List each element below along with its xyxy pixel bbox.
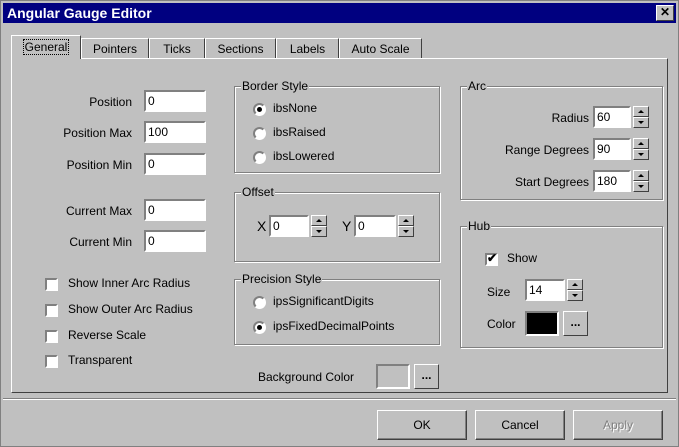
precision-style-group: Precision Style ipsSignificantDigits ips… (234, 272, 440, 345)
background-color-picker-button[interactable]: ... (414, 364, 439, 389)
reverse-scale-checkbox[interactable] (45, 330, 58, 343)
hub-size-down-button[interactable] (567, 290, 583, 301)
offset-title: Offset (241, 185, 275, 199)
start-degrees-up-button[interactable] (633, 170, 649, 181)
dialog-window: Angular Gauge Editor ✕ General Pointers … (0, 0, 679, 447)
hub-size-up-button[interactable] (567, 279, 583, 290)
current-max-label: Current Max (65, 204, 132, 218)
offset-x-up-button[interactable] (311, 215, 327, 226)
current-min-label: Current Min (69, 235, 132, 249)
ips-fixed-decimal-points-label[interactable]: ipsFixedDecimalPoints (273, 319, 394, 333)
start-degrees-down-button[interactable] (633, 181, 649, 192)
current-max-input[interactable]: 0 (144, 199, 206, 221)
radio-dot (257, 325, 262, 330)
offset-y-input[interactable]: 0 (354, 215, 396, 237)
current-min-input[interactable]: 0 (144, 230, 206, 252)
position-max-label: Position Max (63, 126, 132, 140)
show-inner-arc-radius-label[interactable]: Show Inner Arc Radius (68, 276, 190, 290)
background-color-swatch[interactable] (376, 364, 410, 389)
tab-general[interactable]: General (11, 35, 81, 59)
position-input[interactable]: 0 (144, 90, 206, 112)
range-degrees-spinner[interactable] (633, 138, 649, 160)
hub-size-spinner[interactable] (567, 279, 583, 301)
radius-label: Radius (551, 111, 589, 125)
tab-pointers[interactable]: Pointers (81, 38, 149, 58)
close-button[interactable]: ✕ (656, 5, 674, 21)
border-style-group: Border Style ibsNone ibsRaised ibsLowere… (234, 79, 440, 173)
radius-down-button[interactable] (633, 117, 649, 128)
range-degrees-up-button[interactable] (633, 138, 649, 149)
radio-dot (257, 107, 262, 112)
ibsnone-label[interactable]: ibsNone (273, 101, 317, 115)
offset-y-spinner[interactable] (398, 215, 414, 237)
cancel-button[interactable]: Cancel (475, 410, 565, 440)
position-min-input[interactable]: 0 (144, 153, 206, 175)
position-label: Position (89, 95, 132, 109)
offset-x-spinner[interactable] (311, 215, 327, 237)
background-color-label: Background Color (258, 370, 355, 384)
precision-style-title: Precision Style (241, 272, 323, 286)
offset-x-input[interactable]: 0 (269, 215, 309, 237)
start-degrees-input[interactable]: 180 (593, 170, 631, 192)
transparent-label[interactable]: Transparent (68, 353, 132, 367)
ibslowered-label[interactable]: ibsLowered (273, 149, 334, 163)
hub-title: Hub (467, 219, 492, 233)
start-degrees-spinner[interactable] (633, 170, 649, 192)
range-degrees-label: Range Degrees (504, 143, 589, 157)
hub-show-label[interactable]: Show (507, 251, 537, 265)
hub-color-swatch[interactable] (525, 311, 559, 336)
ok-button[interactable]: OK (377, 410, 467, 440)
general-tab-panel: Position 0 Position Max 100 Position Min… (11, 58, 668, 393)
tab-sections[interactable]: Sections (205, 38, 276, 58)
ibslowered-radio[interactable] (253, 151, 266, 164)
offset-x-down-button[interactable] (311, 226, 327, 237)
hub-show-checkbox[interactable]: ✔ (485, 251, 498, 266)
hub-color-picker-button[interactable]: ... (563, 311, 588, 336)
offset-y-up-button[interactable] (398, 215, 414, 226)
window-title: Angular Gauge Editor (7, 5, 152, 21)
tab-general-label: General (22, 39, 70, 55)
transparent-checkbox[interactable] (45, 355, 58, 368)
start-degrees-label: Start Degrees (514, 175, 589, 189)
tab-ticks[interactable]: Ticks (149, 38, 205, 58)
radius-input[interactable]: 60 (593, 106, 631, 128)
arc-title: Arc (467, 79, 487, 93)
check-mark-icon: ✔ (487, 251, 498, 265)
show-outer-arc-radius-label[interactable]: Show Outer Arc Radius (68, 302, 193, 316)
offset-y-label: Y (342, 218, 352, 234)
offset-group: Offset X 0 Y 0 (234, 185, 440, 262)
arc-group: Arc Radius 60 Range Degrees 90 Start Deg… (460, 79, 663, 200)
tab-auto-scale[interactable]: Auto Scale (339, 38, 422, 58)
border-style-title: Border Style (241, 79, 310, 93)
reverse-scale-label[interactable]: Reverse Scale (68, 328, 146, 342)
tab-labels[interactable]: Labels (276, 38, 339, 58)
ips-significant-digits-label[interactable]: ipsSignificantDigits (273, 294, 374, 308)
title-bar[interactable]: Angular Gauge Editor ✕ (3, 3, 676, 23)
ibsnone-radio[interactable] (253, 103, 266, 116)
ibsraised-label[interactable]: ibsRaised (273, 125, 326, 139)
position-min-label: Position Min (66, 158, 132, 172)
offset-x-label: X (257, 218, 267, 234)
offset-y-down-button[interactable] (398, 226, 414, 237)
hub-color-label: Color (487, 317, 516, 331)
apply-button[interactable]: Apply (573, 410, 663, 440)
radius-up-button[interactable] (633, 106, 649, 117)
show-inner-arc-radius-checkbox[interactable] (45, 278, 58, 291)
footer-separator (3, 398, 676, 400)
position-max-input[interactable]: 100 (144, 121, 206, 143)
hub-group: Hub ✔ Show Size 14 Color ... (460, 219, 663, 348)
ibsraised-radio[interactable] (253, 127, 266, 140)
radius-spinner[interactable] (633, 106, 649, 128)
range-degrees-input[interactable]: 90 (593, 138, 631, 160)
ips-fixed-decimal-points-radio[interactable] (253, 321, 266, 334)
show-outer-arc-radius-checkbox[interactable] (45, 304, 58, 317)
ips-significant-digits-radio[interactable] (253, 296, 266, 309)
range-degrees-down-button[interactable] (633, 149, 649, 160)
hub-size-input[interactable]: 14 (525, 279, 565, 301)
hub-size-label: Size (487, 285, 511, 299)
